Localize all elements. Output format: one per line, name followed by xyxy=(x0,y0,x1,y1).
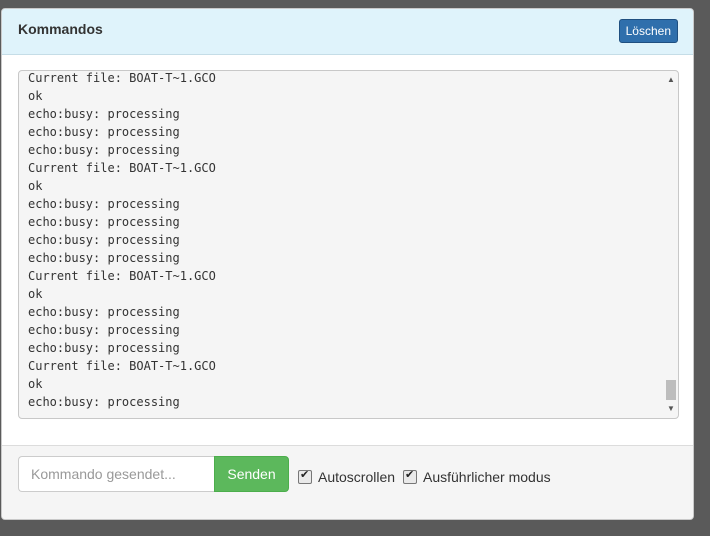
verbose-checkbox[interactable] xyxy=(403,468,417,484)
console-line: Current file: BOAT-T~1.GCO xyxy=(28,269,216,283)
console-line: echo:busy: processing xyxy=(28,125,180,139)
console-line: ok xyxy=(28,179,43,193)
console-line: ok xyxy=(28,89,43,103)
scroll-down-arrow-icon[interactable]: ▼ xyxy=(666,404,676,414)
panel-header: Kommandos Löschen xyxy=(2,9,693,55)
console-line: ok xyxy=(28,287,43,301)
console-line: Current file: BOAT-T~1.GCO xyxy=(28,71,216,85)
console-line: Current file: BOAT-T~1.GCO xyxy=(28,359,216,373)
console-line: echo:busy: processing xyxy=(28,251,180,265)
send-button[interactable]: Senden xyxy=(214,456,289,492)
autoscroll-toggle[interactable]: Autoscrollen xyxy=(298,468,396,485)
console-line: echo:busy: processing xyxy=(28,233,180,247)
verbose-label: Ausführlicher modus xyxy=(423,469,551,485)
command-input[interactable] xyxy=(18,456,214,492)
console-line: echo:busy: processing xyxy=(28,395,180,409)
console-line: Current file: BOAT-T~1.GCO xyxy=(28,161,216,175)
scroll-up-arrow-icon[interactable]: ▲ xyxy=(666,75,676,85)
panel-title: Kommandos xyxy=(18,21,103,37)
console-line: echo:busy: processing xyxy=(28,143,180,157)
autoscroll-checkbox[interactable] xyxy=(298,468,312,484)
console-line: echo:busy: processing xyxy=(28,197,180,211)
console-line: ok xyxy=(28,377,43,391)
console-line: echo:busy: processing xyxy=(28,323,180,337)
console-line: echo:busy: processing xyxy=(28,215,180,229)
verbose-toggle[interactable]: Ausführlicher modus xyxy=(403,468,551,485)
console-line: echo:busy: processing xyxy=(28,305,180,319)
autoscroll-label: Autoscrollen xyxy=(318,469,396,485)
console-lines: Current file: BOAT-T~1.GCO ok echo:busy: p… xyxy=(28,71,658,411)
console-line: echo:busy: processing xyxy=(28,341,180,355)
clear-button[interactable]: Löschen xyxy=(618,19,678,43)
commands-panel: Kommandos Löschen Current file: BOAT-T~1… xyxy=(1,8,694,520)
console-scrollbar[interactable]: ▲ ▼ xyxy=(664,71,678,418)
panel-footer: Senden Autoscrollen Ausführlicher modus xyxy=(2,445,693,519)
console-line: echo:busy: processing xyxy=(28,107,180,121)
console-output[interactable]: Current file: BOAT-T~1.GCO ok echo:busy: p… xyxy=(18,70,679,419)
scroll-thumb[interactable] xyxy=(666,380,676,400)
